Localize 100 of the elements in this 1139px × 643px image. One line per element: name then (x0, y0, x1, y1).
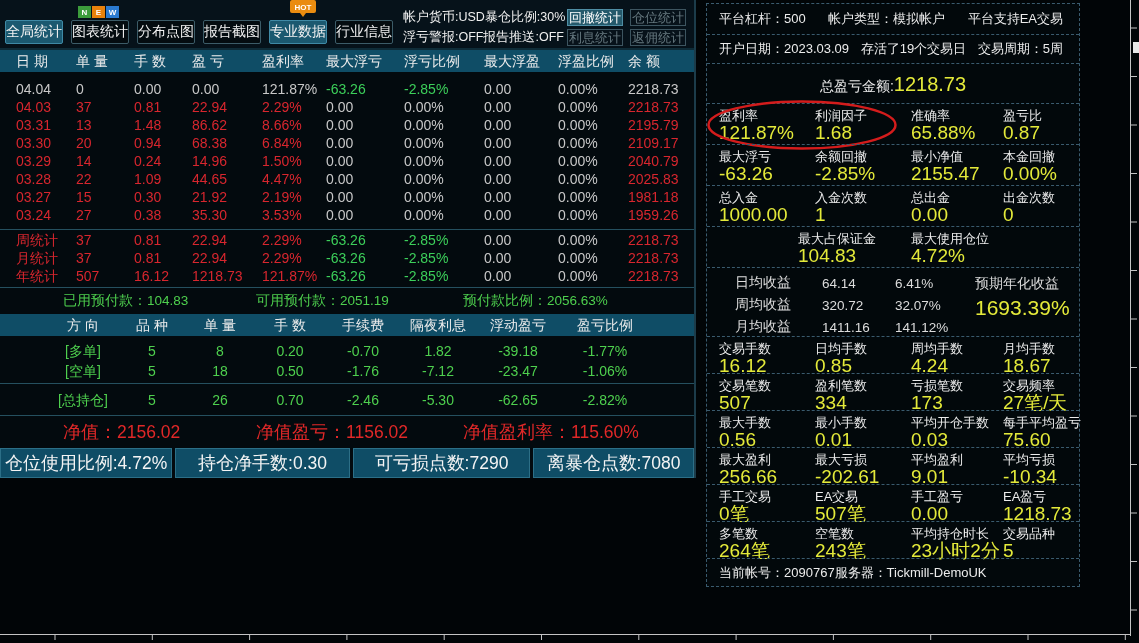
stat-label: 月均手数 (1003, 341, 1056, 356)
stat-value: 4.24 (911, 356, 949, 376)
table-cell: 0.00% (558, 206, 598, 224)
column-header: 单 量 (204, 316, 236, 334)
toolbar-tab[interactable]: 分布点图 (137, 20, 195, 44)
table-cell: 22.94 (192, 98, 228, 116)
table-cell: 2109.17 (628, 134, 679, 152)
toolbar-tab[interactable]: 报告截图 (203, 20, 261, 44)
stat-label: 每手平均盈亏 (1003, 415, 1079, 430)
stats-tab[interactable]: 利息统计 (567, 29, 623, 46)
stat-label: 最大手数 (719, 415, 772, 430)
average-rate: 6.41% (895, 275, 935, 291)
table-cell: 0.00 (134, 80, 162, 98)
toolbar-tab[interactable]: 图表统计 (71, 20, 129, 44)
prepaid-info: 可用预付款：2051.19 (256, 292, 390, 310)
stat-value: 0.03 (911, 430, 949, 450)
stat-value: 256.66 (719, 467, 779, 487)
stat-label: 盈亏比 (1003, 108, 1043, 123)
average-rate: 141.12% (895, 319, 950, 335)
account-info-text: 平台杠杆：500 (719, 11, 806, 27)
toolbar-tab[interactable]: 专业数据 (269, 20, 327, 44)
stat-value: 243笔 (815, 541, 867, 561)
table-cell: 0.00 (484, 152, 512, 170)
stat-value: 507 (719, 393, 752, 413)
stat-value: 0 (1003, 205, 1015, 225)
stat-label: 出金次数 (1003, 190, 1056, 205)
prepaid-info: 预付款比例：2056.63% (463, 292, 609, 310)
table-cell: 0.00 (326, 152, 354, 170)
table-cell: 22.94 (192, 231, 228, 249)
column-header: 单 量 (76, 52, 108, 70)
table-cell: -1.76 (347, 362, 379, 380)
stat-label: 交易频率 (1003, 378, 1056, 393)
table-cell: 5 (148, 391, 156, 409)
table-cell: -2.85% (404, 80, 449, 98)
table-cell: 0.24 (134, 152, 162, 170)
account-info-text: 存活了19个交易日 (860, 41, 967, 57)
table-cell: 0.00 (326, 116, 354, 134)
table-cell: 27 (76, 206, 92, 224)
column-header: 浮盈比例 (558, 52, 614, 70)
stat-value: 5 (1003, 541, 1015, 561)
table-cell: 0.00% (558, 170, 598, 188)
table-cell: 03.31 (16, 116, 52, 134)
equity-info: 净值盈利率：115.60% (463, 420, 640, 443)
stat-value: 1218.73 (1003, 504, 1073, 524)
stat-label: 交易品种 (1003, 526, 1056, 541)
toolbar-tab[interactable]: 行业信息 (335, 20, 393, 44)
table-cell: 2218.73 (628, 98, 679, 116)
status-bar-item: 持仓净手数:0.30 (175, 448, 350, 478)
column-header: 手 数 (274, 316, 306, 334)
table-cell: 14 (76, 152, 92, 170)
table-cell: 0.00% (558, 267, 598, 285)
total-pnl-label: 总盈亏金额: (819, 78, 894, 96)
table-cell: 20 (76, 134, 92, 152)
column-header: 品 种 (136, 316, 168, 334)
column-header: 盈 亏 (192, 52, 224, 70)
annual-return-label: 预期年化收益 (975, 275, 1060, 293)
table-cell: [空单] (65, 362, 101, 380)
stat-value: 0.00 (911, 504, 949, 524)
table-cell: 0 (76, 80, 84, 98)
table-cell: 0.00 (484, 170, 512, 188)
stat-label: 平均开仓手数 (911, 415, 990, 430)
stat-label: 手工盈亏 (911, 489, 964, 504)
stat-value: 121.87% (719, 123, 795, 143)
stat-value: 1.68 (815, 123, 853, 143)
table-cell: 2.29% (262, 231, 302, 249)
stat-value: 0笔 (719, 504, 750, 524)
table-cell: -63.26 (326, 249, 366, 267)
table-cell: 0.70 (276, 391, 304, 409)
column-header: 日 期 (16, 52, 48, 70)
table-cell: 16.12 (134, 267, 170, 285)
table-cell: 0.00 (484, 267, 512, 285)
stat-label: 亏损笔数 (911, 378, 964, 393)
stat-value: 75.60 (1003, 430, 1052, 450)
stat-label: 平均持仓时长 (911, 526, 990, 541)
table-cell: 2218.73 (628, 249, 679, 267)
table-cell: 0.00% (558, 231, 598, 249)
table-cell: 0.00 (484, 80, 512, 98)
stats-tab[interactable]: 返佣统计 (630, 29, 686, 46)
stat-label: 最大使用仓位 (911, 231, 990, 246)
equity-info: 净值：2156.02 (63, 420, 182, 443)
average-rate: 32.07% (895, 297, 942, 313)
equity-info: 净值盈亏：1156.02 (256, 420, 409, 443)
table-cell: 2.29% (262, 249, 302, 267)
stat-label: 准确率 (911, 108, 951, 123)
table-cell: 0.00% (558, 116, 598, 134)
stat-label: 日均手数 (815, 341, 868, 356)
table-cell: -23.47 (498, 362, 538, 380)
table-cell: 5 (148, 342, 156, 360)
account-setting-text: 浮亏警报:OFF报告推送:OFF (403, 29, 565, 45)
stat-value: 16.12 (719, 356, 768, 376)
toolbar-tab[interactable]: 全局统计 (5, 20, 63, 44)
table-cell: 年统计 (16, 267, 58, 285)
table-cell: 03.27 (16, 188, 52, 206)
stats-tab[interactable]: 回撤统计 (567, 9, 623, 26)
account-info-text: 平台支持EA交易 (967, 11, 1063, 27)
table-cell: 0.00% (404, 98, 444, 116)
column-header: 最大浮盈 (484, 52, 540, 70)
stats-tab[interactable]: 仓位统计 (630, 9, 686, 26)
table-cell: 04.03 (16, 98, 52, 116)
table-cell: 13 (76, 116, 92, 134)
